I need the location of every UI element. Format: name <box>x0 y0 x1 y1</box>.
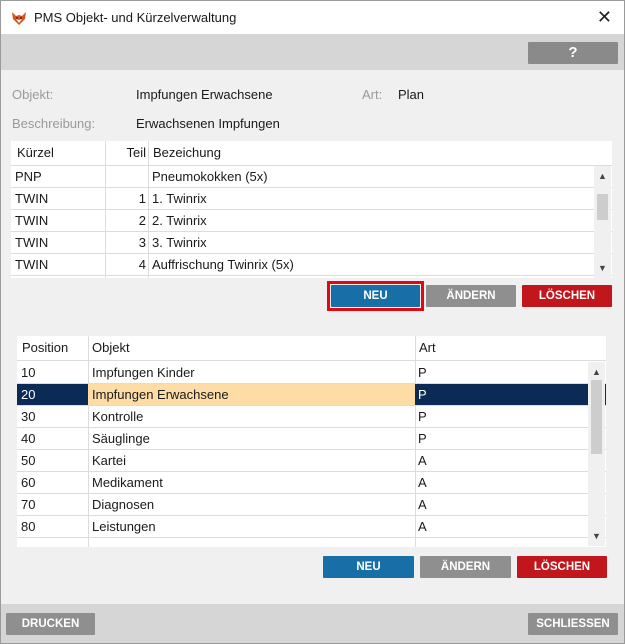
cell-position: 60 <box>21 475 36 490</box>
scroll-up-icon[interactable]: ▲ <box>588 365 605 379</box>
kuerzel-table: Kürzel Teil Bezeichung PNP Pneumokokken … <box>11 141 612 278</box>
table-row[interactable]: TWIN 3 3. Twinrix <box>11 232 612 254</box>
cell-teil: 4 <box>138 257 146 272</box>
close-window-button[interactable]: ✕ <box>597 7 612 27</box>
cell-art: A <box>418 497 427 512</box>
table-row[interactable]: TWIN 4 Auffrischung Twinrix (5x) <box>11 254 612 276</box>
fox-icon <box>12 12 26 25</box>
column-header-bezeichung[interactable]: Bezeichung <box>153 141 221 165</box>
cell-objekt: Impfungen Erwachsene <box>92 387 229 402</box>
column-header-objekt[interactable]: Objekt <box>92 336 130 360</box>
table-row[interactable]: TWIN 1 1. Twinrix <box>11 188 612 210</box>
help-button[interactable]: ? <box>528 42 618 64</box>
table-row[interactable]: 70 Diagnosen A <box>17 494 606 516</box>
scrollbar-thumb[interactable] <box>591 380 602 454</box>
cell-position: 10 <box>21 365 36 380</box>
beschreibung-value: Erwachsenen Impfungen <box>136 116 280 131</box>
cell-objekt: Medikament <box>92 475 163 490</box>
beschreibung-label: Beschreibung: <box>12 116 96 131</box>
cell-objekt: Kontrolle <box>92 409 144 424</box>
title-bar: PMS Objekt- und Kürzelverwaltung ✕ <box>1 1 624 34</box>
objekt-scrollbar[interactable]: ▲ ▼ <box>588 362 605 546</box>
cell-position: 20 <box>21 387 36 402</box>
cell-position: 30 <box>21 409 36 424</box>
scroll-down-icon[interactable]: ▼ <box>594 261 611 275</box>
cell-teil <box>107 166 146 188</box>
cell-teil: 3 <box>138 235 146 250</box>
objekt-label: Objekt: <box>12 87 54 102</box>
cell-objekt: Kartei <box>92 453 126 468</box>
objekt-edit-button[interactable]: ÄNDERN <box>420 556 511 578</box>
cell-position: 50 <box>21 453 36 468</box>
scroll-down-icon[interactable]: ▼ <box>588 529 605 543</box>
kuerzel-scrollbar[interactable]: ▲ ▼ <box>594 166 611 278</box>
scrollbar-thumb[interactable] <box>597 194 608 220</box>
cell-art: P <box>418 387 427 402</box>
kuerzel-edit-button[interactable]: ÄNDERN <box>426 285 516 307</box>
cell-art: P <box>418 365 427 380</box>
scroll-up-icon[interactable]: ▲ <box>594 169 611 183</box>
objekt-new-button[interactable]: NEU <box>323 556 414 578</box>
cell-art: P <box>418 409 427 424</box>
cell-bezeichung: Auffrischung Twinrix (5x) <box>152 257 294 272</box>
cell-objekt: Säuglinge <box>92 431 150 446</box>
table-row[interactable]: 50 Kartei A <box>17 450 606 472</box>
cell-objekt: Impfungen Kinder <box>92 365 195 380</box>
cell-objekt: Diagnosen <box>92 497 155 512</box>
table-row[interactable]: 80 Leistungen A <box>17 516 606 538</box>
table-row[interactable]: TWIN 2 2. Twinrix <box>11 210 612 232</box>
cell-bezeichung: Pneumokokken (5x) <box>152 169 268 184</box>
objekt-table-header: Position Objekt Art <box>17 336 606 361</box>
cell-bezeichung: 1. Twinrix <box>152 191 207 206</box>
kuerzel-delete-button[interactable]: LÖSCHEN <box>522 285 612 307</box>
kuerzel-new-button[interactable]: NEU <box>331 285 420 307</box>
cell-art: A <box>418 519 427 534</box>
table-row[interactable]: 40 Säuglinge P <box>17 428 606 450</box>
print-button[interactable]: DRUCKEN <box>6 613 95 635</box>
objekt-table: Position Objekt Art 10 Impfungen Kinder … <box>17 336 606 547</box>
art-value: Plan <box>398 87 425 102</box>
cell-kuerzel: TWIN <box>15 213 49 228</box>
column-header-position[interactable]: Position <box>22 336 68 360</box>
cell-kuerzel: PNP <box>15 169 42 184</box>
cell-kuerzel: TWIN <box>15 235 49 250</box>
cell-bezeichung: 3. Twinrix <box>152 235 207 250</box>
cell-position: 40 <box>21 431 36 446</box>
column-header-teil[interactable]: Teil <box>105 141 146 165</box>
table-row[interactable]: 10 Impfungen Kinder P <box>17 362 606 384</box>
cell-teil: 2 <box>138 213 146 228</box>
objekt-delete-button[interactable]: LÖSCHEN <box>517 556 607 578</box>
cell-kuerzel: TWIN <box>15 191 49 206</box>
dialog-window: PMS Objekt- und Kürzelverwaltung ✕ ? Obj… <box>0 0 625 644</box>
cell-position: 80 <box>21 519 36 534</box>
cell-art: A <box>418 475 427 490</box>
table-row[interactable]: 30 Kontrolle P <box>17 406 606 428</box>
table-row[interactable]: PNP Pneumokokken (5x) <box>11 166 612 188</box>
table-row[interactable]: 60 Medikament A <box>17 472 606 494</box>
objekt-value: Impfungen Erwachsene <box>136 87 273 102</box>
table-row-selected[interactable]: 20 Impfungen Erwachsene P <box>17 384 606 406</box>
cell-bezeichung: 2. Twinrix <box>152 213 207 228</box>
column-header-kuerzel[interactable]: Kürzel <box>17 141 54 165</box>
window-title: PMS Objekt- und Kürzelverwaltung <box>34 10 237 25</box>
cell-art: P <box>418 431 427 446</box>
art-label: Art: <box>362 87 383 102</box>
column-header-art[interactable]: Art <box>419 336 436 360</box>
kuerzel-table-header: Kürzel Teil Bezeichung <box>11 141 612 166</box>
cell-objekt: Leistungen <box>92 519 156 534</box>
cell-art: A <box>418 453 427 468</box>
cell-position: 70 <box>21 497 36 512</box>
cell-teil: 1 <box>138 191 146 206</box>
cell-kuerzel: TWIN <box>15 257 49 272</box>
close-button[interactable]: SCHLIESSEN <box>528 613 618 635</box>
